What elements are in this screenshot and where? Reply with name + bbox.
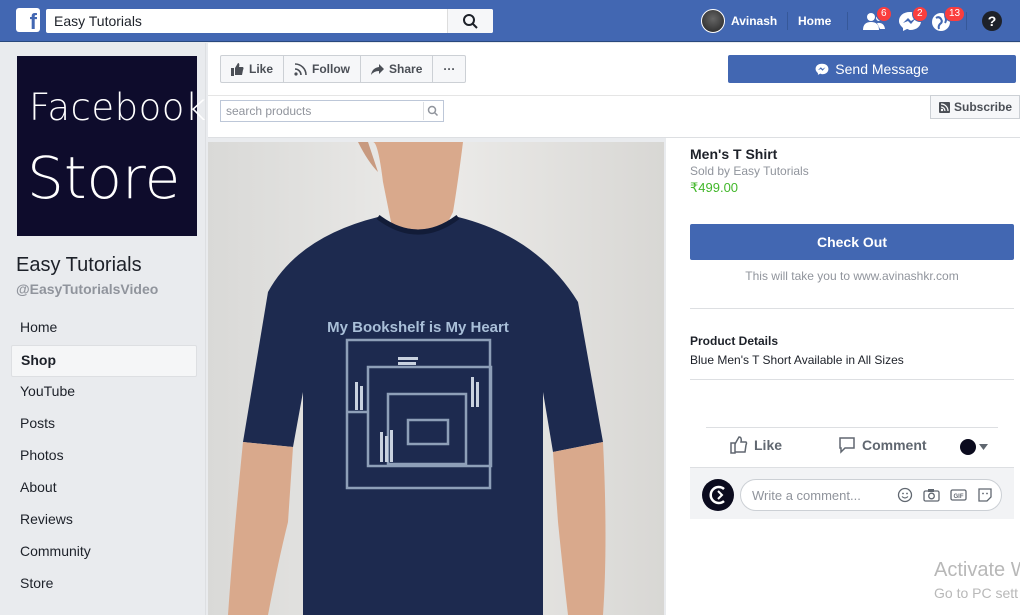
page-nav: Home Shop YouTube Posts Photos About Rev…	[11, 313, 197, 601]
sidebar-item-photos[interactable]: Photos	[11, 441, 197, 473]
product-search-button[interactable]	[423, 102, 441, 120]
page-sidebar: Facebook Store Easy Tutorials @EasyTutor…	[0, 43, 207, 615]
cover-text-line2: Store	[27, 144, 181, 212]
gif-icon[interactable]: GIF	[950, 487, 967, 503]
follow-label: Follow	[312, 62, 351, 76]
subscribe-label: Subscribe	[954, 100, 1013, 114]
caret-down-icon	[979, 444, 988, 450]
user-name-link[interactable]: Avinash	[731, 14, 777, 28]
comment-label: Comment	[862, 437, 927, 453]
nav-divider	[847, 12, 848, 30]
product-details-text: Blue Men's T Short Available in All Size…	[690, 353, 904, 367]
commenter-avatar	[702, 479, 734, 511]
product-title: Men's T Shirt	[690, 146, 778, 162]
checkout-note: This will take you to www.avinashkr.com	[745, 269, 959, 283]
comment-input[interactable]: Write a comment... GIF	[740, 479, 1002, 511]
like-label: Like	[754, 437, 783, 453]
reaction-bar: Like Comment	[706, 430, 998, 462]
messenger-icon	[815, 63, 829, 75]
sidebar-item-youtube[interactable]: YouTube	[11, 377, 197, 409]
search-input-value: Easy Tutorials	[54, 13, 142, 29]
divider	[208, 95, 1020, 96]
rss-icon	[939, 101, 950, 113]
product-details-title: Product Details	[690, 334, 779, 348]
sidebar-item-shop[interactable]: Shop	[11, 345, 197, 377]
comment-input-placeholder: Write a comment...	[752, 488, 861, 503]
search-input[interactable]: Easy Tutorials	[46, 9, 493, 33]
cover-text-line1: Facebook	[29, 86, 207, 129]
messages-badge: 2	[912, 6, 928, 22]
post-as-selector[interactable]	[960, 439, 988, 455]
help-button[interactable]: ?	[982, 11, 1002, 31]
product-price: ₹499.00	[690, 180, 739, 195]
subscribe-button[interactable]: Subscribe	[930, 95, 1020, 119]
notifications-button[interactable]: 13	[930, 6, 966, 32]
page-logo-icon	[709, 485, 725, 505]
thumbs-up-icon	[730, 436, 748, 454]
tshirt-print-text: My Bookshelf is My Heart	[327, 319, 509, 336]
share-button[interactable]: Share	[361, 56, 434, 82]
send-message-button[interactable]: Send Message	[728, 55, 1016, 83]
sidebar-item-reviews[interactable]: Reviews	[11, 505, 197, 537]
page-profile-picture[interactable]: Facebook Store	[17, 56, 206, 236]
divider	[690, 308, 1014, 309]
rss-icon	[294, 62, 307, 76]
messages-button[interactable]: 2	[898, 6, 928, 32]
sidebar-item-community[interactable]: Community	[11, 537, 197, 569]
nav-divider	[966, 12, 967, 30]
product-detail-panel: Men's T Shirt Sold by Easy Tutorials ₹49…	[666, 138, 1020, 615]
divider	[690, 379, 1014, 380]
more-options-button[interactable]: ···	[433, 56, 465, 82]
page-handle[interactable]: @EasyTutorialsVideo	[16, 281, 158, 297]
search-button[interactable]	[447, 9, 493, 33]
sidebar-item-store[interactable]: Store	[11, 569, 197, 601]
friend-requests-badge: 6	[876, 6, 892, 22]
like-page-button[interactable]: Like	[221, 56, 285, 82]
page-actions-group: Like Follow Share ···	[220, 55, 467, 83]
send-message-label: Send Message	[835, 61, 929, 77]
comment-button[interactable]: Comment	[838, 436, 927, 454]
product-image[interactable]: My Bookshelf is My Heart	[208, 142, 664, 615]
notifications-badge: 13	[944, 6, 966, 22]
search-icon	[463, 14, 478, 29]
comment-tools: GIF	[897, 487, 993, 503]
windows-activation-watermark: Activate W	[934, 559, 1020, 581]
product-search-input[interactable]: search products	[220, 100, 444, 122]
top-navbar: f Easy Tutorials Avinash Home 6 2 13 ?	[0, 0, 1020, 42]
sidebar-item-home[interactable]: Home	[11, 313, 197, 345]
svg-text:GIF: GIF	[954, 494, 964, 500]
user-avatar[interactable]	[701, 9, 725, 33]
sidebar-item-posts[interactable]: Posts	[11, 409, 197, 441]
sticker-icon[interactable]	[977, 487, 993, 503]
share-arrow-icon	[371, 63, 385, 75]
product-search-placeholder: search products	[226, 104, 312, 118]
emoji-icon[interactable]	[897, 487, 913, 503]
like-button[interactable]: Like	[730, 436, 782, 454]
page-avatar-icon	[960, 439, 976, 455]
search-icon	[427, 105, 439, 117]
more-options-icon: ···	[443, 62, 456, 76]
share-label: Share	[389, 62, 423, 76]
like-page-label: Like	[249, 62, 274, 76]
product-photo-illustration: My Bookshelf is My Heart	[228, 142, 606, 615]
comment-composer: Write a comment... GIF	[690, 467, 1014, 519]
camera-icon[interactable]	[923, 487, 940, 503]
comment-icon	[839, 437, 855, 454]
facebook-logo-icon[interactable]: f	[16, 8, 40, 32]
divider	[706, 427, 998, 428]
sidebar-divider	[205, 43, 206, 615]
page-action-bar: Like Follow Share ··· Send Message searc…	[208, 43, 1020, 138]
home-link[interactable]: Home	[798, 14, 831, 28]
windows-activation-subtext: Go to PC sett	[934, 585, 1019, 601]
nav-divider	[787, 12, 788, 30]
check-out-button[interactable]: Check Out	[690, 224, 1014, 260]
sidebar-item-about[interactable]: About	[11, 473, 197, 505]
page-title[interactable]: Easy Tutorials	[16, 254, 142, 277]
friend-requests-button[interactable]: 6	[862, 6, 892, 32]
product-seller[interactable]: Sold by Easy Tutorials	[690, 164, 809, 178]
thumbs-up-icon	[231, 62, 244, 76]
follow-button[interactable]: Follow	[284, 56, 362, 82]
